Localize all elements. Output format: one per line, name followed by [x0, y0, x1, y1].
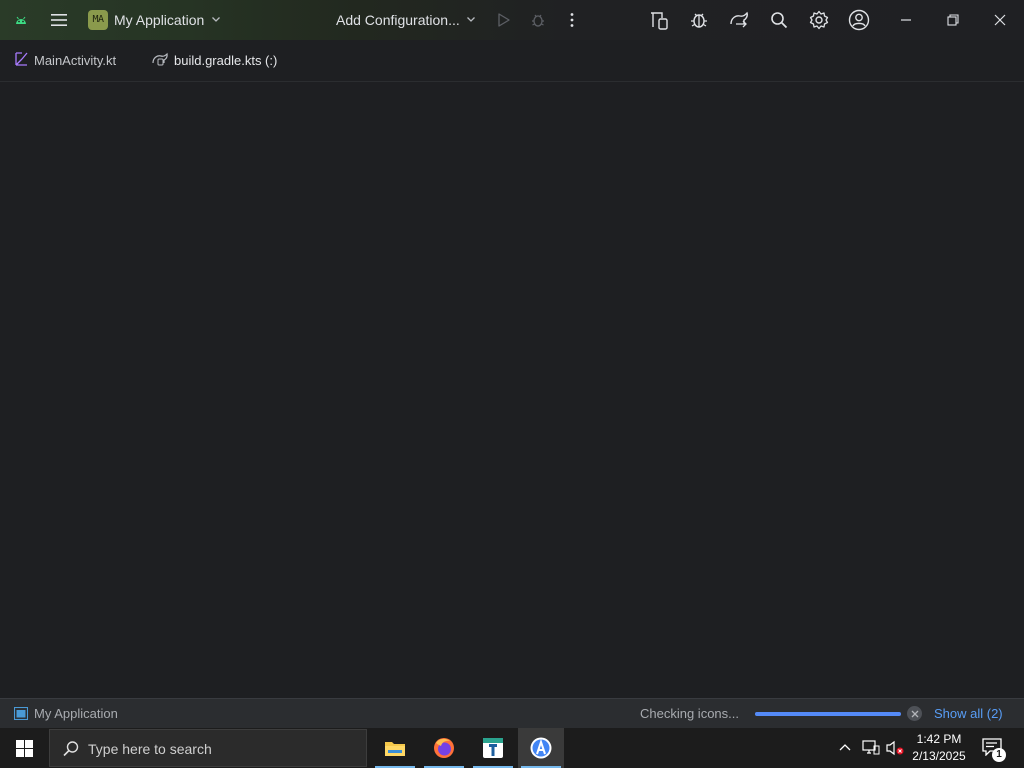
editor-tab-bar: MainActivity.kt build.gradle.kts (:) — [0, 40, 1024, 121]
debug-icon[interactable] — [528, 0, 548, 40]
file-explorer-app[interactable] — [372, 728, 418, 768]
hamburger-menu-icon[interactable] — [48, 0, 70, 40]
kotlin-file-icon — [14, 52, 28, 69]
device-manager-icon[interactable] — [648, 0, 670, 40]
show-all-tasks-link[interactable]: Show all (2) — [934, 706, 1003, 721]
run-icon[interactable] — [494, 0, 514, 40]
file-explorer-icon — [385, 742, 405, 756]
android-icon[interactable] — [12, 0, 30, 40]
clock-date[interactable]: 2/13/2025 — [908, 749, 970, 763]
search-placeholder: Type here to search — [88, 741, 212, 757]
progress-fill — [755, 712, 901, 716]
firefox-icon — [434, 738, 454, 758]
search-icon — [62, 740, 80, 761]
app-inspection-icon[interactable] — [688, 0, 710, 40]
firefox-app[interactable] — [421, 728, 467, 768]
text-editor-app[interactable] — [470, 728, 516, 768]
gear-icon[interactable] — [808, 0, 830, 40]
tab-label: MainActivity.kt — [34, 53, 117, 68]
account-icon[interactable] — [848, 0, 870, 40]
more-vertical-icon[interactable] — [562, 0, 582, 40]
project-window-icon[interactable] — [13, 706, 29, 723]
sync-gradle-icon[interactable] — [728, 0, 750, 40]
background-task-label[interactable]: Checking icons... — [640, 706, 739, 721]
search-icon[interactable] — [768, 0, 790, 40]
restore-icon[interactable] — [943, 0, 963, 40]
volume-muted-icon[interactable] — [886, 740, 904, 759]
close-icon[interactable] — [990, 0, 1010, 40]
windows-start-button[interactable] — [0, 728, 48, 768]
title-bar: MA My Application Add Configuration... — [0, 0, 1024, 40]
status-bar: My Application Checking icons... Show al… — [0, 698, 1024, 729]
project-badge[interactable]: MA — [88, 10, 108, 30]
windows-taskbar: Type here to search 1:42 PM 2/13/2025 1 — [0, 728, 1024, 768]
chevron-down-icon[interactable] — [465, 13, 477, 28]
editor-area[interactable] — [0, 82, 1024, 698]
android-studio-app[interactable] — [518, 728, 564, 768]
notification-count-badge: 1 — [992, 748, 1006, 762]
cancel-task-icon[interactable] — [907, 706, 922, 721]
clock-time[interactable]: 1:42 PM — [912, 732, 966, 746]
project-name[interactable]: My Application — [114, 12, 204, 28]
text-editor-icon — [483, 738, 503, 758]
windows-logo-icon — [15, 739, 33, 757]
tab-label: build.gradle.kts (:) — [174, 53, 278, 68]
status-project-name[interactable]: My Application — [34, 706, 118, 721]
minimize-icon[interactable] — [896, 0, 916, 40]
chevron-down-icon[interactable] — [210, 13, 222, 28]
taskbar-search-box[interactable]: Type here to search — [49, 729, 367, 767]
tab-build-gradle[interactable]: build.gradle.kts (:) — [152, 40, 277, 81]
gradle-file-icon — [152, 52, 168, 69]
run-configuration-selector[interactable]: Add Configuration... — [336, 12, 460, 28]
android-studio-icon — [530, 737, 552, 759]
show-hidden-icons-icon[interactable] — [838, 740, 852, 757]
background-task-progress — [755, 712, 901, 716]
tab-mainactivity[interactable]: MainActivity.kt — [14, 40, 116, 81]
network-icon[interactable] — [862, 740, 880, 759]
